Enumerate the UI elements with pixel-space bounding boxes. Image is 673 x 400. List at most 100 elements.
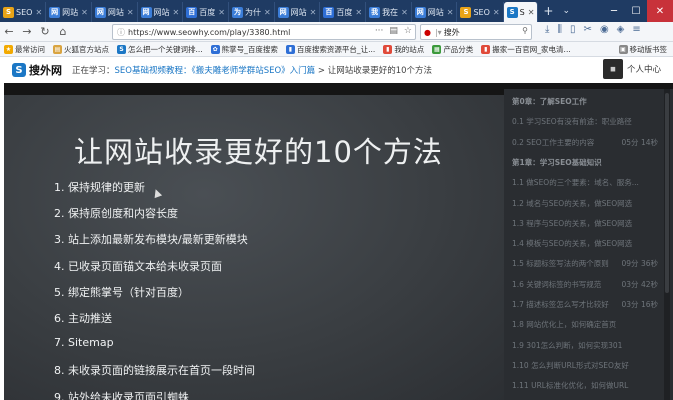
lesson-item[interactable]: 1.11 URL标准化优化，如何做URL (512, 375, 662, 396)
tab-close-icon[interactable]: ✕ (528, 8, 535, 17)
bookmark-item[interactable]: ▮ 百度搜索资源平台_让... (282, 44, 379, 55)
reader-icon[interactable]: ▤ (389, 26, 398, 36)
site-logo[interactable]: S 搜外网 (12, 62, 62, 78)
library-icon[interactable]: ⫼ (557, 24, 562, 35)
tab-close-icon[interactable]: ✕ (493, 8, 500, 17)
lesson-item[interactable]: 1.9 301怎么判断，如何实现301 (512, 335, 662, 356)
breadcrumb-course-link[interactable]: SEO基础视频教程：《搬夫雕老师学群站SEO》入门篇 (115, 66, 316, 76)
browser-tab[interactable]: 网网站 ✕ (275, 2, 321, 22)
tab-close-icon[interactable]: ✕ (264, 8, 271, 17)
tab-close-icon[interactable]: ✕ (401, 8, 408, 17)
bookmark-item[interactable]: ★ 最常访问 (0, 44, 49, 55)
video-player[interactable]: 让网站收录更好的10个方法 1. 保持规律的更新 2. 保持原创度和内容长度 3. … (4, 83, 504, 400)
lesson-duration: 03分 16秒 (621, 300, 658, 309)
lesson-item[interactable]: 1.3 程序与SEO的关系，做SEO网选 (512, 213, 662, 234)
lesson-item[interactable]: 1.7 描述标签怎么写才比较好 03分 16秒 (512, 294, 662, 315)
browser-tab[interactable]: 我我在 ✕ (366, 2, 412, 22)
lesson-item[interactable]: 1.4 模板与SEO的关系，做SEO网选 (512, 233, 662, 254)
maximize-button[interactable]: ☐ (625, 0, 647, 22)
browser-tab[interactable]: S SEO ✕ (457, 2, 504, 22)
browser-tab[interactable]: 网网站 ✕ (46, 2, 92, 22)
lesson-item[interactable]: 1.1 做SEO的三个要素：域名、服务... (512, 172, 662, 193)
sidebar-scrollbar[interactable] (664, 89, 670, 400)
lesson-item[interactable]: 1.10 怎么判断URL形式对SEO友好 (512, 355, 662, 376)
tab-label: 网站 (62, 7, 79, 17)
tab-close-icon[interactable]: ✕ (35, 8, 42, 17)
tab-close-icon[interactable]: ✕ (173, 8, 180, 17)
reload-icon[interactable]: ↻ (36, 23, 54, 41)
bookmark-item[interactable]: ✿ 熊掌号_百度搜索 (207, 44, 282, 55)
lesson-title: 1.5 标题标签写法的两个原则 (512, 259, 609, 269)
browser-tab-bar: S SEO ✕ 网网站 ✕ 网网站 ✕ 网网站 ✕ 百百度 ✕ 为为什 ✕ 网网站 ✕ 百百度 ✕ 我我在 ✕ 网网站… (0, 0, 673, 22)
download-icon[interactable]: ⤓ (545, 24, 549, 35)
lesson-title: 0.1 学习SEO有没有前途：职业路径 (512, 117, 632, 127)
tab-favicon-icon: 网 (94, 6, 106, 18)
bookmark-item[interactable]: ▮ 我的站点 (379, 44, 428, 55)
lesson-item[interactable]: 0.1 学习SEO有没有前途：职业路径 (512, 111, 662, 132)
browser-tab[interactable]: S S ✕ (503, 2, 539, 22)
back-icon[interactable]: ← (0, 23, 18, 41)
lesson-title: 1.3 程序与SEO的关系，做SEO网选 (512, 218, 633, 228)
addon-icon[interactable]: ◈ (617, 24, 625, 35)
search-engine-icon[interactable]: ● (424, 28, 431, 37)
browser-tab[interactable]: 网网站 ✕ (138, 2, 184, 22)
window-controls: ─ ☐ ✕ (603, 0, 673, 22)
tab-favicon-icon: S (460, 6, 472, 18)
url-bar[interactable]: ⓘ https://www.seowhy.com/play/3380.html … (112, 24, 416, 40)
lesson-item[interactable]: 1.2 域名与SEO的关系，做SEO网选 (512, 193, 662, 214)
tab-close-icon[interactable]: ✕ (355, 8, 362, 17)
sidebar-top-strip (504, 83, 673, 89)
lesson-item[interactable]: 1.12 面包屑导航是什么，如何优化面 (512, 396, 662, 400)
browser-tab[interactable]: 网网站 ✕ (412, 2, 458, 22)
bookmark-item[interactable]: ▮ 搬家一百官网_家电清... (477, 44, 574, 55)
mobile-bookmarks[interactable]: ▣ 移动版书签 (615, 44, 672, 55)
lesson-title: 1.10 怎么判断URL形式对SEO友好 (512, 360, 629, 370)
bookmark-item[interactable]: ▤ 火狐官方站点 (49, 44, 113, 55)
bookmark-star-icon[interactable]: ☆ (404, 26, 412, 36)
user-center[interactable]: ◼ 个人中心 (602, 59, 661, 79)
bookmark-label: 我的站点 (394, 44, 425, 54)
hamburger-menu-icon[interactable]: ≡ (632, 24, 640, 35)
site-info-icon[interactable]: ⓘ (117, 27, 125, 38)
lesson-item[interactable]: 0.2 SEO工作主要的内容 05分 14秒 (512, 132, 662, 153)
lesson-item[interactable]: 1.5 标题标签写法的两个原则 09分 36秒 (512, 253, 662, 274)
tab-close-icon[interactable]: ✕ (81, 8, 88, 17)
browser-tab[interactable]: S SEO ✕ (0, 2, 47, 22)
tab-close-icon[interactable]: ✕ (127, 8, 134, 17)
tab-label: SEO (473, 7, 490, 17)
search-box[interactable]: ● |▾ 搜外 ⚲ (420, 24, 532, 40)
folder-icon: ▤ (53, 44, 62, 54)
home-icon[interactable]: ⌂ (54, 23, 72, 41)
tab-close-icon[interactable]: ✕ (447, 8, 454, 17)
site-icon: S (117, 44, 126, 54)
browser-tab[interactable]: 为为什 ✕ (229, 2, 275, 22)
tab-favicon-icon: 我 (369, 6, 381, 18)
sidebar-toggle-icon[interactable]: ▯ (570, 24, 576, 35)
search-engine-dropdown[interactable]: |▾ (435, 28, 442, 37)
video-top-strip (4, 83, 504, 95)
account-icon[interactable]: ◉ (600, 24, 609, 35)
bookmark-item[interactable]: ▦ 产品分类 (428, 44, 477, 55)
chapter-heading: 第0章：了解SEO工作 (512, 91, 662, 112)
minimize-button[interactable]: ─ (603, 0, 625, 22)
tab-list-chevron-icon[interactable]: ⌄ (558, 6, 574, 16)
lesson-item[interactable]: 1.8 网站优化上，如何确定首页 (512, 314, 662, 335)
bookmark-item[interactable]: S 怎么把一个关键词排... (113, 44, 207, 55)
lesson-item[interactable]: 1.6 关键词标签的书写规范 03分 42秒 (512, 274, 662, 295)
page-icon: ▮ (285, 44, 295, 54)
search-icon[interactable]: ⚲ (522, 26, 528, 35)
forward-icon[interactable]: → (18, 23, 36, 41)
tab-close-icon[interactable]: ✕ (218, 8, 225, 17)
browser-tab[interactable]: 网网站 ✕ (92, 2, 138, 22)
new-tab-button[interactable]: + (538, 4, 558, 18)
scrollbar-thumb[interactable] (665, 93, 669, 293)
close-window-button[interactable]: ✕ (647, 0, 673, 22)
browser-tab[interactable]: 百百度 ✕ (320, 2, 367, 22)
video-slide-title: 让网站收录更好的10个方法 (74, 135, 443, 169)
screenshot-icon[interactable]: ✂ (584, 24, 592, 35)
more-actions-icon[interactable]: ··· (375, 26, 384, 36)
search-input[interactable]: 搜外 (444, 27, 460, 38)
mobile-bookmarks-label: 移动版书签 (629, 44, 668, 54)
tab-close-icon[interactable]: ✕ (310, 8, 317, 17)
browser-tab[interactable]: 百百度 ✕ (183, 2, 229, 22)
